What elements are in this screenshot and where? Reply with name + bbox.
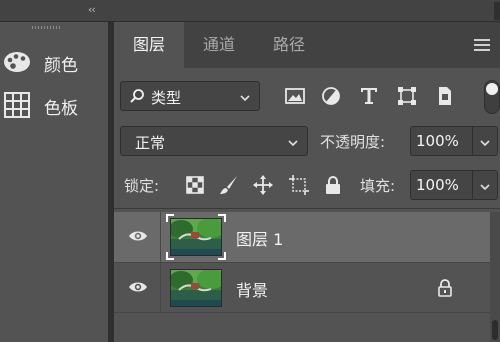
search-icon (129, 88, 145, 108)
shape-filter-icon[interactable] (396, 85, 418, 107)
layer-row[interactable]: 背景 (114, 262, 500, 313)
dock-item-color[interactable]: 颜色 (0, 42, 108, 82)
adjustment-filter-icon[interactable] (320, 85, 342, 107)
layer-row[interactable]: 图层 1 (114, 212, 500, 262)
layer-thumbnail (170, 269, 222, 307)
layer-thumbnail (170, 218, 222, 256)
pixel-filter-icon[interactable] (284, 85, 306, 107)
dock-item-color-label: 颜色 (44, 56, 78, 76)
blend-mode-value: 正常 (135, 134, 166, 152)
lock-all-icon[interactable] (322, 174, 344, 196)
layers-list-divider (114, 208, 500, 209)
dock-grip[interactable] (32, 26, 62, 29)
dock-item-swatches[interactable]: 色板 (0, 85, 108, 125)
lock-label: 锁定: (124, 177, 160, 195)
opacity-label: 不透明度: (320, 133, 386, 151)
filter-kind-label: 类型 (151, 89, 182, 107)
layer-filter-toggle[interactable] (484, 80, 500, 114)
chevron-down-icon (287, 134, 299, 153)
eye-icon[interactable] (128, 228, 148, 247)
dock-edge (494, 2, 500, 20)
collapse-panels-icon[interactable]: ‹‹ (88, 3, 96, 16)
chevron-down-icon (239, 89, 251, 108)
panel-dock-header (0, 0, 500, 22)
fill-input[interactable]: 100% (410, 170, 472, 200)
panel-menu-icon[interactable] (472, 38, 494, 52)
palette-icon (2, 48, 32, 76)
tab-layers[interactable]: 图层 (114, 22, 184, 68)
smart-object-filter-icon[interactable] (434, 85, 456, 107)
opacity-input[interactable]: 100% (410, 126, 472, 156)
fill-label: 填充: (360, 177, 396, 195)
fill-slider-button[interactable] (472, 170, 498, 200)
chevron-down-icon (479, 134, 491, 153)
layer-lock-icon[interactable] (436, 278, 454, 302)
layers-list-empty-area (114, 312, 500, 342)
dock-item-swatches-label: 色板 (44, 99, 78, 119)
lock-position-icon[interactable] (252, 174, 274, 196)
blend-mode-select[interactable]: 正常 (120, 126, 308, 156)
lock-artboard-icon[interactable] (288, 174, 310, 196)
scrollbar-thumb[interactable] (492, 320, 498, 340)
visibility-column-divider (160, 263, 161, 313)
layer-name[interactable]: 背景 (236, 277, 268, 301)
lock-transparent-pixels-icon[interactable] (184, 174, 206, 196)
type-filter-icon[interactable] (358, 85, 380, 107)
tab-paths[interactable]: 路径 (254, 22, 324, 68)
tab-channels[interactable]: 通道 (184, 22, 254, 68)
visibility-column-divider (160, 212, 161, 262)
opacity-slider-button[interactable] (472, 126, 498, 156)
chevron-down-icon (479, 178, 491, 197)
swatches-grid-icon (2, 91, 32, 119)
layer-name[interactable]: 图层 1 (236, 226, 283, 250)
eye-icon[interactable] (128, 279, 148, 298)
layer-filter-kind-select[interactable]: 类型 (120, 81, 260, 111)
lock-image-pixels-icon[interactable] (218, 174, 240, 196)
